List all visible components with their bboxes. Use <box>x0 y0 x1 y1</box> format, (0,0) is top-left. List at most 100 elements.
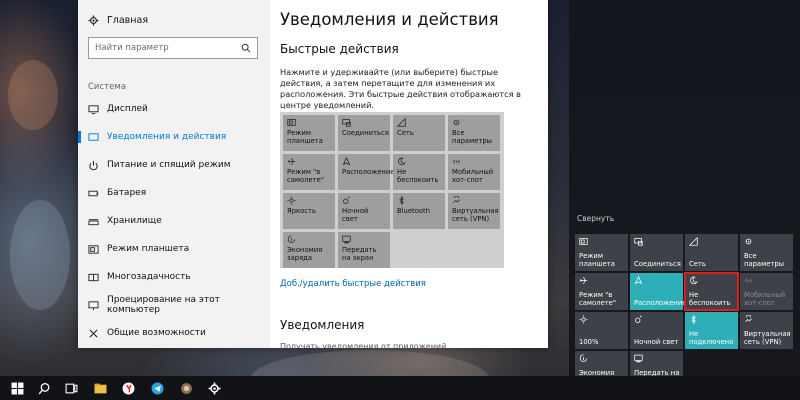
quick-action-tile[interactable]: Сеть <box>393 115 445 151</box>
nav-item-tablet-mode[interactable]: Режим планшета <box>78 239 270 259</box>
nav-label: Общие возможности <box>107 328 206 338</box>
network-icon <box>689 237 698 246</box>
quick-action-label: Экономия заряда <box>287 246 323 262</box>
settings-icon <box>208 382 220 394</box>
quick-action-label: Соединиться <box>342 129 389 137</box>
search-icon <box>241 43 251 53</box>
telegram-icon <box>151 382 163 394</box>
nav-item-power[interactable]: Питание и спящий режим <box>78 155 270 175</box>
action-center-tile[interactable]: Расположение <box>630 273 687 310</box>
windows-start-icon <box>11 382 23 394</box>
storage-icon <box>88 218 99 225</box>
nav-item-battery[interactable]: Батарея <box>78 183 270 203</box>
action-center-tile[interactable]: Режим планшета <box>575 234 628 271</box>
action-center-tile[interactable]: Не подключено <box>685 312 738 349</box>
notifications-heading: Уведомления <box>280 318 365 332</box>
moon-icon <box>398 157 406 166</box>
gear-icon <box>453 119 460 126</box>
game-app-button[interactable] <box>172 376 200 400</box>
quick-actions-description: Нажмите и удерживайте (или выберите) быс… <box>280 67 521 110</box>
quick-action-label: Все параметры <box>452 129 493 145</box>
project-icon <box>634 354 643 363</box>
quick-action-tile[interactable]: Мобильный хот-спот <box>448 154 500 190</box>
action-center-grid: Режим планшета Соединиться Сеть Все парамет… <box>575 234 793 388</box>
quick-action-label: Яркость <box>287 207 317 215</box>
action-center-tile[interactable]: Не беспокоить <box>684 272 739 311</box>
action-center-tile-label: Соединиться <box>634 260 681 268</box>
nav-item-multitasking[interactable]: Многозадачность <box>78 267 270 287</box>
task-view-icon <box>65 383 77 393</box>
nav-label: Питание и спящий режим <box>107 160 231 170</box>
action-center: Свернуть Режим планшета Соединиться Сеть Вс… <box>569 0 800 388</box>
quick-action-tile[interactable]: Режим планшета <box>283 115 335 151</box>
quick-actions-heading: Быстрые действия <box>280 42 399 56</box>
task-view-button[interactable] <box>57 376 85 400</box>
action-center-tile[interactable]: Ночной свет <box>630 312 683 349</box>
network-icon <box>397 118 406 127</box>
project-icon <box>342 235 351 244</box>
tablet-mode-icon <box>88 244 99 254</box>
airplane-icon <box>579 276 588 285</box>
nav-label: Хранилище <box>107 216 162 226</box>
collapse-button[interactable]: Свернуть <box>577 214 614 223</box>
quick-action-tile[interactable]: Экономия заряда <box>283 232 335 268</box>
quick-action-tile[interactable]: Все параметры <box>448 115 500 151</box>
telegram-button[interactable] <box>143 376 171 400</box>
start-button[interactable] <box>3 376 31 400</box>
quick-action-tile[interactable]: Bluetooth <box>393 193 445 229</box>
bluetooth-icon <box>399 196 404 205</box>
file-explorer-icon <box>94 383 106 393</box>
action-center-tile[interactable]: Режим "в самолете" <box>575 273 628 310</box>
action-center-tile-label: Мобильный хот-спот <box>744 291 786 307</box>
connect-icon <box>634 238 643 246</box>
action-center-tile-label: Сеть <box>689 260 706 268</box>
nav-item-shared-experiences[interactable]: Общие возможности <box>78 323 270 343</box>
section-label: Система <box>88 82 126 92</box>
nav-item-display[interactable]: Дисплей <box>78 99 270 119</box>
home-nav-item[interactable]: Главная <box>88 12 148 28</box>
shared-experiences-icon <box>89 328 98 338</box>
brightness-icon <box>579 315 588 324</box>
file-explorer-button[interactable] <box>86 376 114 400</box>
power-icon <box>89 160 98 170</box>
nav-label: Батарея <box>107 188 147 198</box>
quick-action-tile[interactable]: Соединиться <box>338 115 390 151</box>
add-remove-quick-actions-link[interactable]: Доб./удалить быстрые действия <box>280 279 426 289</box>
night-light-icon <box>635 315 642 323</box>
quick-action-tile[interactable]: Яркость <box>283 193 335 229</box>
settings-taskbar-button[interactable] <box>200 376 228 400</box>
action-center-tile-label: Ночной свет <box>634 338 679 346</box>
nav-item-storage[interactable]: Хранилище <box>78 211 270 231</box>
tablet-mode-icon <box>287 119 296 126</box>
action-center-tile[interactable]: Мобильный хот-спот <box>740 273 793 310</box>
quick-action-tile[interactable]: Режим "в самолете" <box>283 154 335 190</box>
nav-label: Уведомления и действия <box>107 132 227 142</box>
action-center-tile[interactable]: Соединиться <box>630 234 683 271</box>
taskbar-search-button[interactable] <box>30 376 58 400</box>
projecting-icon <box>88 300 99 310</box>
nav-item-notifications[interactable]: Уведомления и действия <box>78 127 270 147</box>
action-center-tile-label: Не подключено <box>689 330 734 346</box>
action-center-tile-label: Расположение <box>634 299 687 307</box>
notifications-icon <box>88 132 99 141</box>
tablet-mode-icon <box>579 238 588 245</box>
quick-action-label: Расположение <box>342 168 395 176</box>
action-center-tile[interactable]: Сеть <box>685 234 738 271</box>
location-icon <box>342 157 351 166</box>
quick-action-tile[interactable]: Расположение <box>338 154 394 190</box>
quick-action-label: Режим планшета <box>287 129 323 145</box>
quick-action-tile[interactable]: Передать на экран <box>338 232 390 268</box>
quick-action-tile[interactable]: Не беспокоить <box>393 154 445 190</box>
airplane-icon <box>287 157 296 166</box>
notifications-setting-text: Получать уведомления от приложений <box>280 342 447 348</box>
action-center-tile[interactable]: Все параметры <box>740 234 793 271</box>
nav-label: Проецирование на этот компьютер <box>107 295 220 315</box>
quick-action-tile[interactable]: Ночной свет <box>338 193 390 229</box>
action-center-tile[interactable]: 100% <box>575 312 628 349</box>
night-light-icon <box>343 196 350 204</box>
action-center-tile[interactable]: Виртуальная сеть (VPN) <box>740 312 793 349</box>
nav-item-projecting[interactable]: Проецирование на этот компьютер <box>78 295 270 315</box>
quick-action-tile[interactable]: Виртуальная сеть (VPN) <box>448 193 500 229</box>
yandex-browser-button[interactable] <box>114 376 142 400</box>
search-input[interactable]: Найти параметр <box>88 37 258 59</box>
